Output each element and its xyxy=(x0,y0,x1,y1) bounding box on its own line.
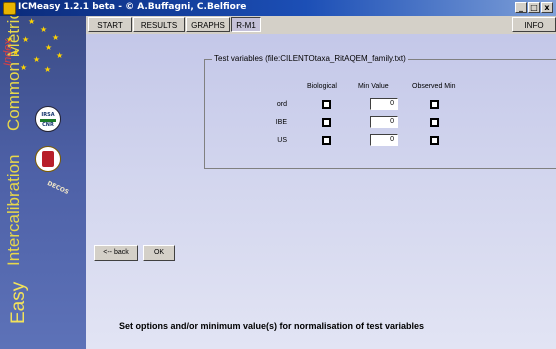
column-header-biological: Biological xyxy=(307,83,337,90)
tab-r-m1[interactable]: R-M1 xyxy=(231,17,261,32)
row-label-us: US xyxy=(277,137,287,144)
biological-checkbox-ord[interactable] xyxy=(322,100,331,109)
star-icon: ★ xyxy=(44,65,52,74)
observed-min-checkbox-ord[interactable] xyxy=(430,100,439,109)
maximize-button[interactable]: □ xyxy=(528,2,540,13)
tab-graphs[interactable]: GRAPHS xyxy=(186,17,230,32)
observed-min-checkbox-us[interactable] xyxy=(430,136,439,145)
decos-logo xyxy=(35,146,61,172)
biological-checkbox-us[interactable] xyxy=(322,136,331,145)
observed-min-checkbox-ibe[interactable] xyxy=(430,118,439,127)
close-button[interactable]: x xyxy=(541,2,553,13)
star-icon: ★ xyxy=(45,43,53,52)
vertical-title-common-metrics: Common Metrics xyxy=(4,16,23,131)
main-panel: START RESULTS GRAPHS R-M1 INFO Test vari… xyxy=(86,16,556,349)
row-label-ibe: IBE xyxy=(275,119,287,126)
test-variables-legend: Test variables (file:CILENTOtaxa_RitAQEM… xyxy=(212,54,408,63)
min-value-input-ord[interactable]: 0 xyxy=(370,98,398,110)
window-title: ICMeasy 1.2.1 beta - © A.Buffagni, C.Bel… xyxy=(18,2,247,12)
min-value-input-ibe[interactable]: 0 xyxy=(370,116,398,128)
star-icon: ★ xyxy=(33,55,41,64)
application-window: ICMeasy 1.2.1 beta - © A.Buffagni, C.Bel… xyxy=(0,0,556,349)
decos-emblem xyxy=(42,151,54,167)
sidebar-banner: ★ ★ ★ ★ ★ ★ ★ ★ ★ ★ ★ IRSA CNR DECOS Eas… xyxy=(0,16,86,349)
status-message: Set options and/or minimum value(s) for … xyxy=(119,321,425,331)
ok-button[interactable]: OK xyxy=(143,245,175,261)
back-button[interactable]: <-- back xyxy=(94,245,138,261)
decos-logo-text: DECOS xyxy=(46,180,70,197)
row-label-ord: ord xyxy=(276,101,287,108)
tab-info[interactable]: INFO xyxy=(512,17,556,32)
tab-results[interactable]: RESULTS xyxy=(133,17,185,32)
min-value-input-us[interactable]: 0 xyxy=(370,134,398,146)
vertical-title-intercalibration: Intercalibration xyxy=(4,154,23,266)
minimize-button[interactable]: _ xyxy=(515,2,527,13)
star-icon: ★ xyxy=(56,51,64,60)
title-bar[interactable]: ICMeasy 1.2.1 beta - © A.Buffagni, C.Bel… xyxy=(0,0,556,16)
column-header-observed-min: Observed Min xyxy=(412,83,456,90)
tab-start[interactable]: START xyxy=(88,17,132,32)
irsa-logo-text: IRSA xyxy=(41,112,55,118)
star-icon: ★ xyxy=(28,17,36,26)
biological-checkbox-ibe[interactable] xyxy=(322,118,331,127)
app-icon xyxy=(3,2,16,15)
brand-easy: Easy xyxy=(8,281,29,324)
cnr-logo-text: CNR xyxy=(42,122,54,128)
column-header-min-value: Min Value xyxy=(358,83,389,90)
vertical-index-text: Index xyxy=(2,39,14,66)
tab-bar: START RESULTS GRAPHS R-M1 INFO xyxy=(86,16,556,34)
test-variables-group xyxy=(204,59,556,169)
star-icon: ★ xyxy=(52,33,60,42)
star-icon: ★ xyxy=(40,25,48,34)
irsa-cnr-logo: IRSA CNR xyxy=(35,106,61,132)
